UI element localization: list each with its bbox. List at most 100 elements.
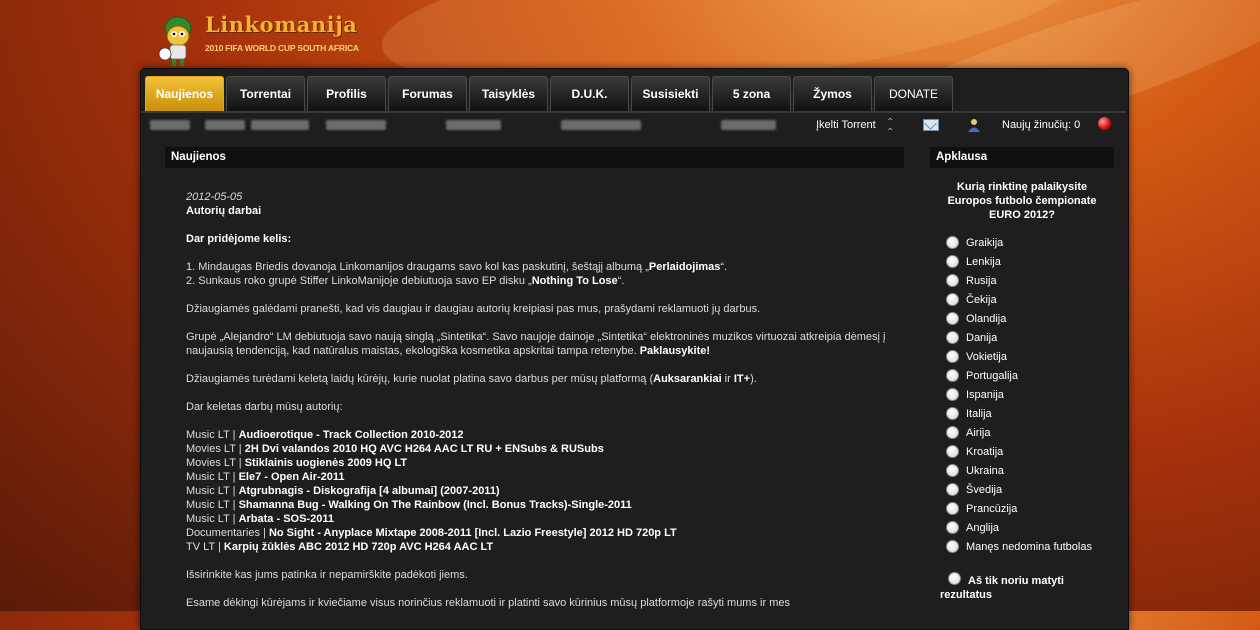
redacted-user-info xyxy=(326,120,386,130)
work-link[interactable]: Ele7 - Open Air-2011 xyxy=(239,471,345,483)
news-item-2: 2. Sunkaus roko grupė Stiffer LinkoManij… xyxy=(186,274,906,288)
upload-torrent-link[interactable]: Įkelti Torrent xyxy=(816,119,876,131)
redacted-user-info xyxy=(721,120,776,130)
radio-button[interactable] xyxy=(948,572,961,585)
redacted-user-info xyxy=(150,120,190,130)
radio-button[interactable] xyxy=(946,350,959,363)
poll-option[interactable]: Olandija xyxy=(946,309,1092,328)
text: “. xyxy=(617,275,625,287)
work-link[interactable]: 2H Dvi valandos 2010 HQ AVC H264 AAC LT … xyxy=(245,443,604,455)
news-heading: Naujienos xyxy=(165,147,904,168)
poll-option[interactable]: Airija xyxy=(946,423,1092,442)
text: ir xyxy=(721,373,734,385)
poll-option[interactable]: Švedija xyxy=(946,480,1092,499)
work-item: Movies LT | 2H Dvi valandos 2010 HQ AVC … xyxy=(186,442,906,456)
show-link[interactable]: IT+ xyxy=(734,373,750,385)
poll-option[interactable]: Manęs nedomina futbolas xyxy=(946,537,1092,556)
option-label: Švedija xyxy=(966,483,1003,496)
tab-torrentai[interactable]: Torrentai xyxy=(226,76,305,111)
messages-count[interactable]: Naujų žinučių: 0 xyxy=(1002,119,1080,131)
user-bar: Įkelti Torrent ⌃ ⌃ Naujų žinučių: 0 xyxy=(141,114,1126,138)
radio-button[interactable] xyxy=(946,274,959,287)
work-item: Documentaries | No Sight - Anyplace Mixt… xyxy=(186,526,906,540)
mascot-logo-icon xyxy=(158,16,192,66)
tab-naujienos[interactable]: Naujienos xyxy=(145,76,224,111)
news-paragraph: Džiaugiamės galėdami pranešti, kad vis d… xyxy=(186,303,761,315)
work-category: Movies LT | xyxy=(186,457,245,469)
tab-profilis[interactable]: Profilis xyxy=(307,76,386,111)
status-dot-icon[interactable] xyxy=(1098,117,1111,130)
album-link[interactable]: Perlaidojimas xyxy=(649,261,721,273)
poll-option[interactable]: Kroatija xyxy=(946,442,1092,461)
work-link[interactable]: Arbata - SOS-2011 xyxy=(239,513,334,525)
radio-button[interactable] xyxy=(946,483,959,496)
poll-option[interactable]: Graikija xyxy=(946,233,1092,252)
user-icon[interactable] xyxy=(967,118,981,132)
radio-button[interactable] xyxy=(946,521,959,534)
poll-option[interactable]: Rusija xyxy=(946,271,1092,290)
radio-button[interactable] xyxy=(946,540,959,553)
works-heading: Dar keletas darbų mūsų autorių: xyxy=(186,401,343,413)
news-title: Autorių darbai xyxy=(186,205,262,217)
radio-button[interactable] xyxy=(946,293,959,306)
tab-5-zona[interactable]: 5 zona xyxy=(712,76,791,111)
poll-option[interactable]: Portugalija xyxy=(946,366,1092,385)
poll-results-option[interactable]: Aš tik noriu matyti rezultatus xyxy=(940,572,1110,602)
text: Grupė „Alejandro“ LM debiutuoja savo nau… xyxy=(186,331,886,357)
work-category: Music LT | xyxy=(186,429,239,441)
option-label: Airija xyxy=(966,426,991,439)
radio-button[interactable] xyxy=(946,369,959,382)
option-label: Kroatija xyxy=(966,445,1004,458)
poll-option[interactable]: Italija xyxy=(946,404,1092,423)
radio-button[interactable] xyxy=(946,255,959,268)
work-link[interactable]: Karpių žūklės ABC 2012 HD 720p AVC H264 … xyxy=(224,541,493,553)
option-label: Čekija xyxy=(966,293,997,306)
work-link[interactable]: Shamanna Bug - Walking On The Rainbow (I… xyxy=(239,499,632,511)
option-label: Danija xyxy=(966,331,998,344)
tab-susisiekti[interactable]: Susisiekti xyxy=(631,76,710,111)
option-label: Italija xyxy=(966,407,992,420)
option-label: Ukraina xyxy=(966,464,1004,477)
radio-button[interactable] xyxy=(946,502,959,515)
poll-option[interactable]: Danija xyxy=(946,328,1092,347)
tab-forumas[interactable]: Forumas xyxy=(388,76,467,111)
tab-donate[interactable]: DONATE xyxy=(874,76,953,111)
work-category: Music LT | xyxy=(186,471,239,483)
poll-option[interactable]: Ukraina xyxy=(946,461,1092,480)
ep-link[interactable]: Nothing To Lose xyxy=(532,275,618,287)
radio-button[interactable] xyxy=(946,407,959,420)
work-link[interactable]: No Sight - Anyplace Mixtape 2008-2011 [I… xyxy=(269,527,677,539)
option-label: Rusija xyxy=(966,274,997,287)
show-link[interactable]: Auksarankiai xyxy=(653,373,721,385)
work-item: Music LT | Ele7 - Open Air-2011 xyxy=(186,470,906,484)
work-item: TV LT | Karpių žūklės ABC 2012 HD 720p A… xyxy=(186,540,906,554)
tab-taisykles[interactable]: Taisyklės xyxy=(469,76,548,111)
radio-button[interactable] xyxy=(946,464,959,477)
work-link[interactable]: Audioerotique - Track Collection 2010-20… xyxy=(239,429,464,441)
option-label: Vokietija xyxy=(966,350,1007,363)
poll-option[interactable]: Anglija xyxy=(946,518,1092,537)
radio-button[interactable] xyxy=(946,312,959,325)
radio-button[interactable] xyxy=(946,331,959,344)
radio-button[interactable] xyxy=(946,236,959,249)
listen-link[interactable]: Paklausykite! xyxy=(640,345,710,357)
arrow-up-icon[interactable]: ⌃ ⌃ xyxy=(886,118,894,138)
radio-button[interactable] xyxy=(946,445,959,458)
poll-option[interactable]: Čekija xyxy=(946,290,1092,309)
work-link[interactable]: Atgrubnagis - Diskografija [4 albumai] (… xyxy=(239,485,500,497)
redacted-user-info xyxy=(251,120,309,130)
mail-icon[interactable] xyxy=(923,119,939,131)
news-item-1: 1. Mindaugas Briedis dovanoja Linkomanij… xyxy=(186,260,906,274)
text: Džiaugiamės turėdami keletą laidų kūrėjų… xyxy=(186,373,654,385)
poll-option[interactable]: Prancūzija xyxy=(946,499,1092,518)
radio-button[interactable] xyxy=(946,388,959,401)
tab-duk[interactable]: D.U.K. xyxy=(550,76,629,111)
site-logo[interactable]: Linkomanija 2010 FIFA WORLD CUP SOUTH AF… xyxy=(155,10,365,70)
tab-zymos[interactable]: Žymos xyxy=(793,76,872,111)
poll-option[interactable]: Vokietija xyxy=(946,347,1092,366)
radio-button[interactable] xyxy=(946,426,959,439)
option-label: Portugalija xyxy=(966,369,1018,382)
poll-option[interactable]: Lenkija xyxy=(946,252,1092,271)
work-link[interactable]: Stiklainis uogienės 2009 HQ LT xyxy=(245,457,407,469)
poll-option[interactable]: Ispanija xyxy=(946,385,1092,404)
